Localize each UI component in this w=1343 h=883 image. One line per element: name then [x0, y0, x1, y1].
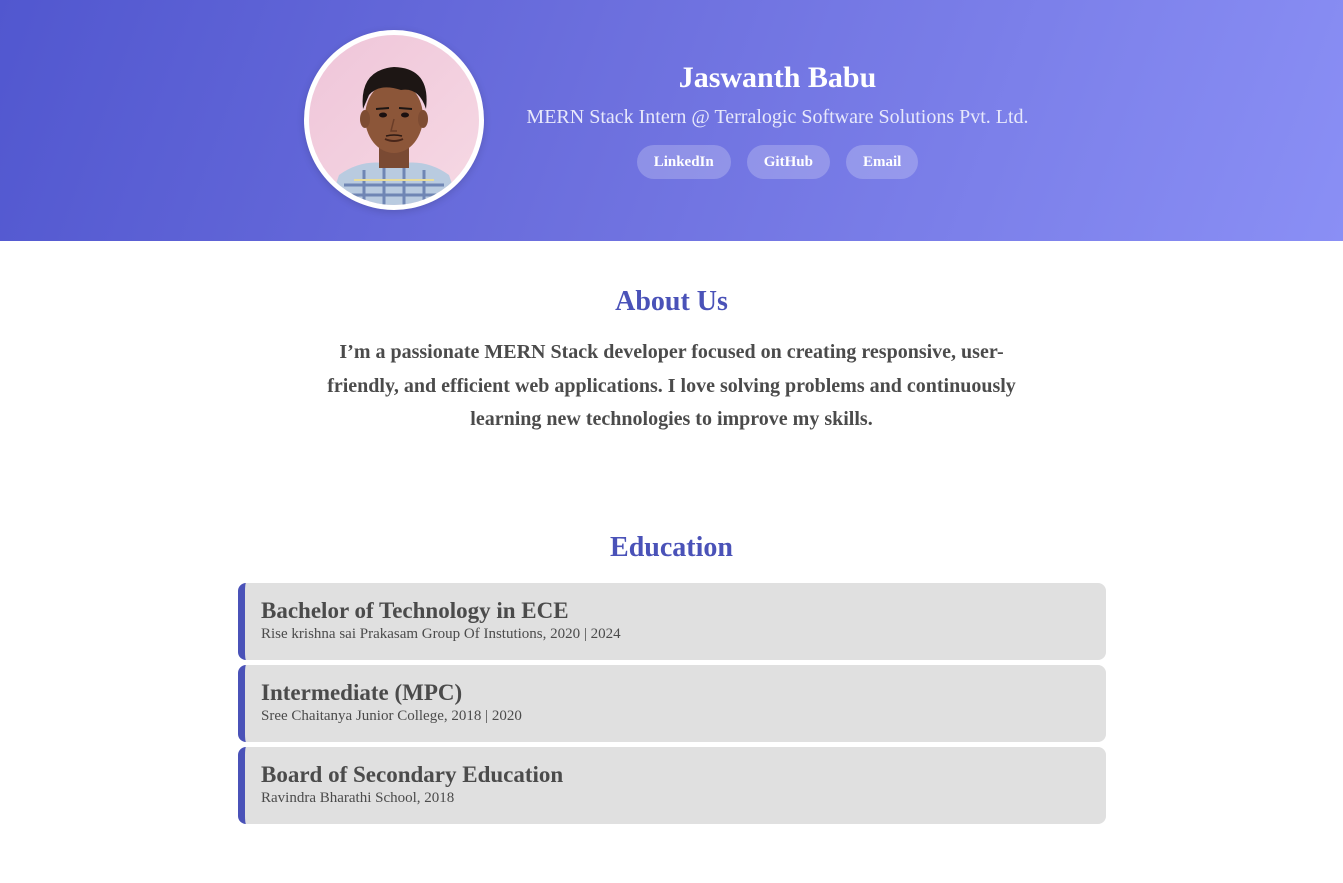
- education-section: Education Bachelor of Technology in ECE …: [0, 532, 1343, 824]
- education-degree: Board of Secondary Education: [261, 762, 564, 787]
- profile-photo-frame: [304, 30, 484, 210]
- profile-photo: [309, 35, 479, 205]
- education-list: Bachelor of Technology in ECE Rise krish…: [238, 583, 1106, 829]
- about-title: About Us: [615, 286, 728, 317]
- social-links: LinkedIn GitHub Email: [500, 145, 1055, 179]
- education-meta: Sree Chaitanya Junior College, 2018 | 20…: [261, 708, 522, 724]
- linkedin-link[interactable]: LinkedIn: [636, 145, 731, 179]
- education-meta: Ravindra Bharathi School, 2018: [261, 790, 455, 806]
- email-link[interactable]: Email: [845, 145, 919, 179]
- hero-header: Jaswanth Babu MERN Stack Intern @ Terral…: [0, 0, 1343, 241]
- education-card-secondary: Board of Secondary Education Ravindra Bh…: [238, 747, 1106, 824]
- hero-text: Jaswanth Babu MERN Stack Intern @ Terral…: [500, 58, 1055, 179]
- education-title: Education: [610, 532, 733, 563]
- profile-role: MERN Stack Intern @ Terralogic Software …: [526, 106, 1029, 128]
- education-meta: Rise krishna sai Prakasam Group Of Instu…: [261, 626, 621, 642]
- about-text: I’m a passionate MERN Stack developer fo…: [327, 341, 1016, 430]
- education-degree: Intermediate (MPC): [261, 680, 463, 705]
- education-degree: Bachelor of Technology in ECE: [261, 598, 569, 623]
- github-link[interactable]: GitHub: [746, 145, 830, 179]
- education-card-btech: Bachelor of Technology in ECE Rise krish…: [238, 583, 1106, 660]
- education-card-intermediate: Intermediate (MPC) Sree Chaitanya Junior…: [238, 665, 1106, 742]
- about-section: About Us I’m a passionate MERN Stack dev…: [0, 286, 1343, 437]
- profile-name: Jaswanth Babu: [678, 61, 877, 94]
